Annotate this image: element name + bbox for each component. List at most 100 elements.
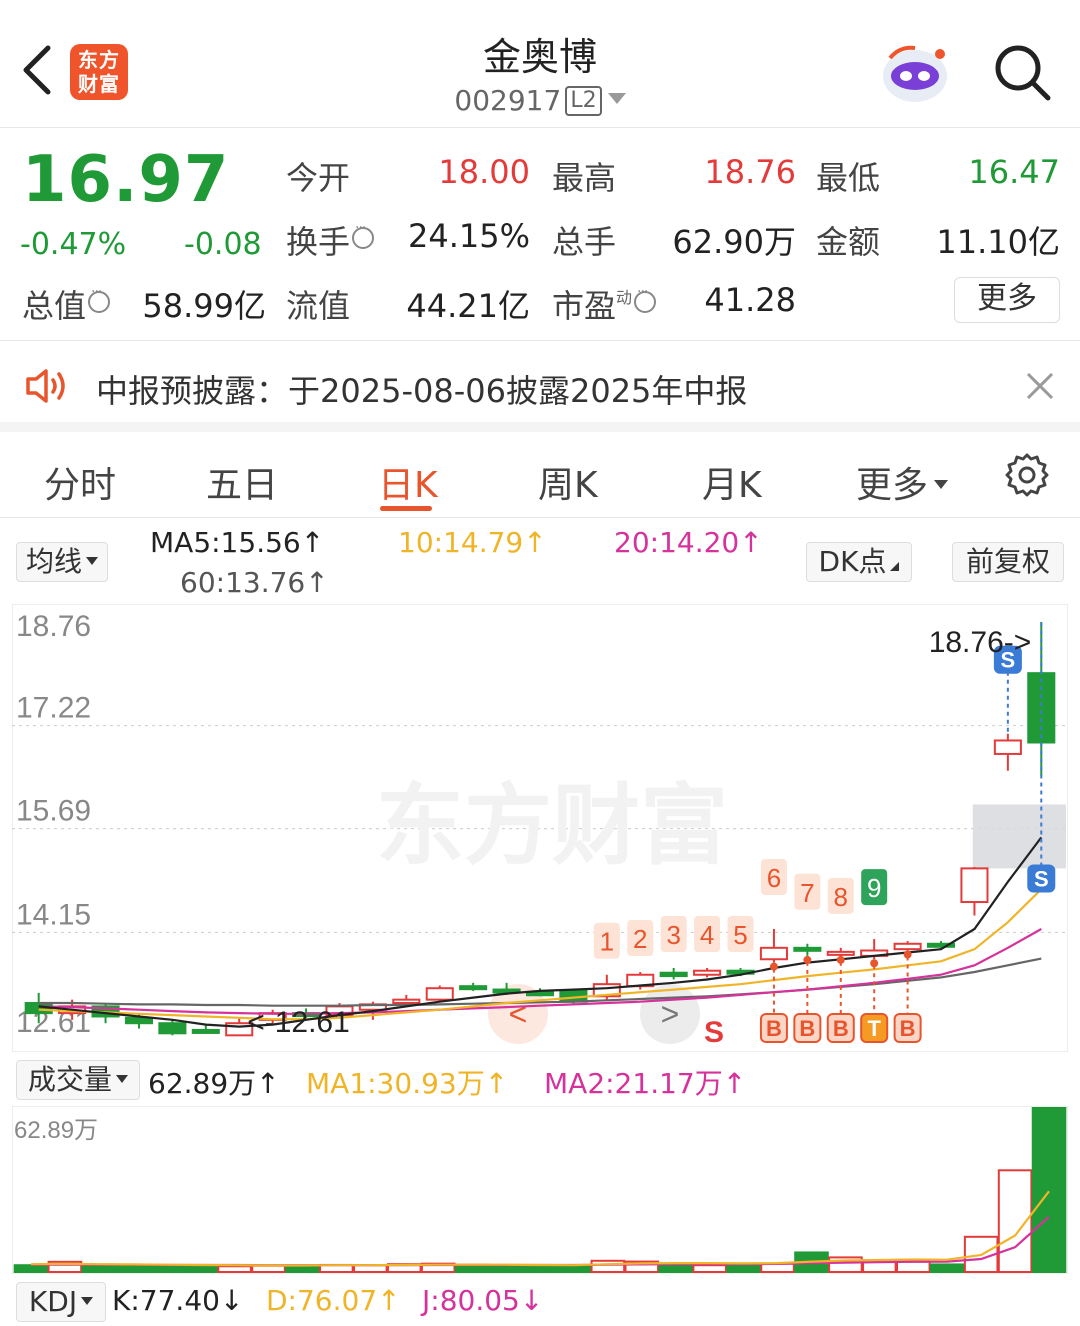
volume-axis-max: 62.89万 bbox=[14, 1117, 98, 1144]
chevron-down-icon bbox=[934, 480, 949, 489]
pe-dynamic-mark: 动 bbox=[616, 288, 633, 307]
change-percent: -0.47% bbox=[20, 227, 127, 262]
sequence-number: 5 bbox=[733, 920, 747, 950]
kline-chart[interactable]: 东方财富 18.7617.2215.6914.1512.61 < > 1 2 3 4 56… bbox=[12, 604, 1068, 1052]
volume-bar bbox=[522, 1265, 558, 1274]
volume-bar bbox=[726, 1264, 761, 1274]
range-highlight bbox=[972, 804, 1066, 869]
signal-letter: B bbox=[833, 1016, 849, 1041]
tab-intraday[interactable]: 分时 bbox=[44, 456, 116, 508]
volume-ma1: MA1:30.93万↑ bbox=[306, 1067, 509, 1100]
more-quote-button[interactable]: 更多 bbox=[954, 277, 1060, 323]
price-axis-label: 18.76 bbox=[16, 610, 91, 643]
volume-bar bbox=[251, 1264, 286, 1274]
tab-weekly-k[interactable]: 周K bbox=[538, 456, 598, 508]
search-icon[interactable] bbox=[990, 40, 1054, 104]
tab-monthly-k[interactable]: 月K bbox=[702, 456, 762, 508]
adjust-mode-button[interactable]: 前复权 bbox=[952, 542, 1064, 582]
ma-selector[interactable]: 均线 bbox=[16, 542, 108, 582]
low-label: 最低 bbox=[816, 159, 881, 197]
signal-dot bbox=[803, 955, 812, 964]
mktcap-label-text: 总值 bbox=[22, 287, 87, 325]
candle-body bbox=[893, 942, 922, 951]
low-price-marker: <-12.61 bbox=[247, 1006, 350, 1039]
gear-icon[interactable] bbox=[1004, 452, 1050, 498]
kdj-indicator-row: KDJ K:77.40↓ D:76.07↑ J:80.05↓ bbox=[0, 1278, 1080, 1326]
kdj-d-value: D:76.07↑ bbox=[266, 1284, 401, 1317]
low-value: 16.47 bbox=[968, 153, 1060, 191]
more-info-icon[interactable] bbox=[352, 220, 375, 249]
volume-bar bbox=[556, 1264, 592, 1274]
candle-body bbox=[993, 739, 1022, 755]
candle-body bbox=[826, 950, 855, 956]
signal-letter: T bbox=[867, 1016, 881, 1041]
volume-bar bbox=[183, 1265, 218, 1274]
candle-body bbox=[960, 867, 989, 904]
tab-more[interactable]: 更多 bbox=[856, 456, 949, 508]
stock-code: 002917 bbox=[454, 84, 562, 117]
signal-dot bbox=[836, 955, 845, 964]
notice-text: 中报预披露：于2025-08-06披露2025年中报 bbox=[96, 372, 748, 410]
turnover-label[interactable]: 换手 bbox=[286, 217, 375, 263]
high-value: 18.76 bbox=[704, 153, 796, 191]
chevron-down-icon bbox=[86, 557, 98, 565]
signal-letter: B bbox=[799, 1016, 815, 1041]
volume-bar bbox=[285, 1264, 320, 1274]
volume-bar bbox=[1031, 1107, 1067, 1273]
sequence-number: 8 bbox=[834, 882, 848, 912]
open-value: 18.00 bbox=[438, 153, 530, 191]
volume-selector[interactable]: 成交量 bbox=[16, 1060, 140, 1100]
price-axis-label: 17.22 bbox=[16, 692, 91, 725]
candle-body bbox=[191, 1028, 220, 1034]
change-amount: -0.08 bbox=[184, 227, 262, 262]
turnover-label-text: 换手 bbox=[286, 223, 351, 261]
price-axis-label: 15.69 bbox=[16, 795, 91, 828]
period-tabs: 分时 五日 日K 周K 月K 更多 bbox=[0, 432, 1080, 518]
signal-letter: B bbox=[900, 1016, 916, 1041]
volume-current: 62.89万↑ bbox=[148, 1067, 280, 1100]
dk-point-label: DK点 bbox=[818, 545, 887, 578]
volume-bar bbox=[488, 1264, 524, 1274]
dk-point-button[interactable]: DK点 bbox=[806, 542, 912, 582]
volume-chart[interactable]: 62.89万 bbox=[12, 1106, 1068, 1274]
open-label: 今开 bbox=[286, 159, 351, 197]
price-axis-label: 14.15 bbox=[16, 898, 91, 931]
float-value: 44.21亿 bbox=[406, 287, 530, 325]
kdj-selector[interactable]: KDJ bbox=[16, 1282, 106, 1322]
assistant-robot-icon[interactable] bbox=[880, 40, 950, 106]
kdj-j-value: J:80.05↓ bbox=[422, 1284, 544, 1317]
watermark-text: 东方财富 bbox=[376, 776, 728, 875]
volume-bar bbox=[929, 1263, 965, 1274]
turnover-value: 24.15% bbox=[407, 217, 530, 255]
pe-label-text: 市盈 bbox=[552, 287, 617, 325]
volume-selector-label: 成交量 bbox=[27, 1063, 112, 1096]
volume-bar bbox=[217, 1265, 252, 1274]
chevron-down-icon bbox=[607, 93, 626, 104]
sequence-number: 3 bbox=[666, 920, 680, 950]
sequence-number: 4 bbox=[700, 920, 714, 950]
speaker-icon bbox=[26, 369, 65, 403]
header-bar: 东方财富 金奥博 002917 L2 bbox=[0, 0, 1080, 128]
ma-selector-label: 均线 bbox=[25, 545, 82, 578]
tab-more-label: 更多 bbox=[856, 465, 929, 506]
mktcap-label[interactable]: 总值 bbox=[22, 281, 111, 327]
notice-banner[interactable]: 中报预披露：于2025-08-06披露2025年中报 bbox=[0, 342, 1080, 432]
volume-bar bbox=[692, 1264, 727, 1274]
signal-dot bbox=[769, 962, 778, 971]
volume-bar bbox=[658, 1263, 694, 1274]
candle-body bbox=[693, 969, 722, 976]
pe-label[interactable]: 市盈动 bbox=[552, 281, 657, 327]
chevron-down-icon bbox=[81, 1297, 94, 1305]
more-info-icon[interactable] bbox=[88, 284, 111, 313]
more-info-icon[interactable] bbox=[634, 284, 657, 313]
volume-value: 62.90万 bbox=[672, 223, 796, 261]
ma-indicator-row: 均线 MA5:15.56↑ 10:14.79↑ 20:14.20↑ 60:13.… bbox=[0, 520, 1080, 604]
candle-body bbox=[124, 1016, 154, 1025]
candle-body bbox=[1027, 672, 1056, 744]
corner-triangle-icon bbox=[890, 562, 900, 571]
quote-panel: 16.97 -0.47% -0.08 今开 18.00 最高 18.76 最低 … bbox=[0, 129, 1080, 341]
tab-daily-k[interactable]: 日K bbox=[378, 456, 438, 508]
close-icon[interactable] bbox=[1024, 370, 1056, 402]
s-signal-text: S bbox=[704, 1016, 724, 1049]
tab-five-day[interactable]: 五日 bbox=[206, 456, 278, 508]
